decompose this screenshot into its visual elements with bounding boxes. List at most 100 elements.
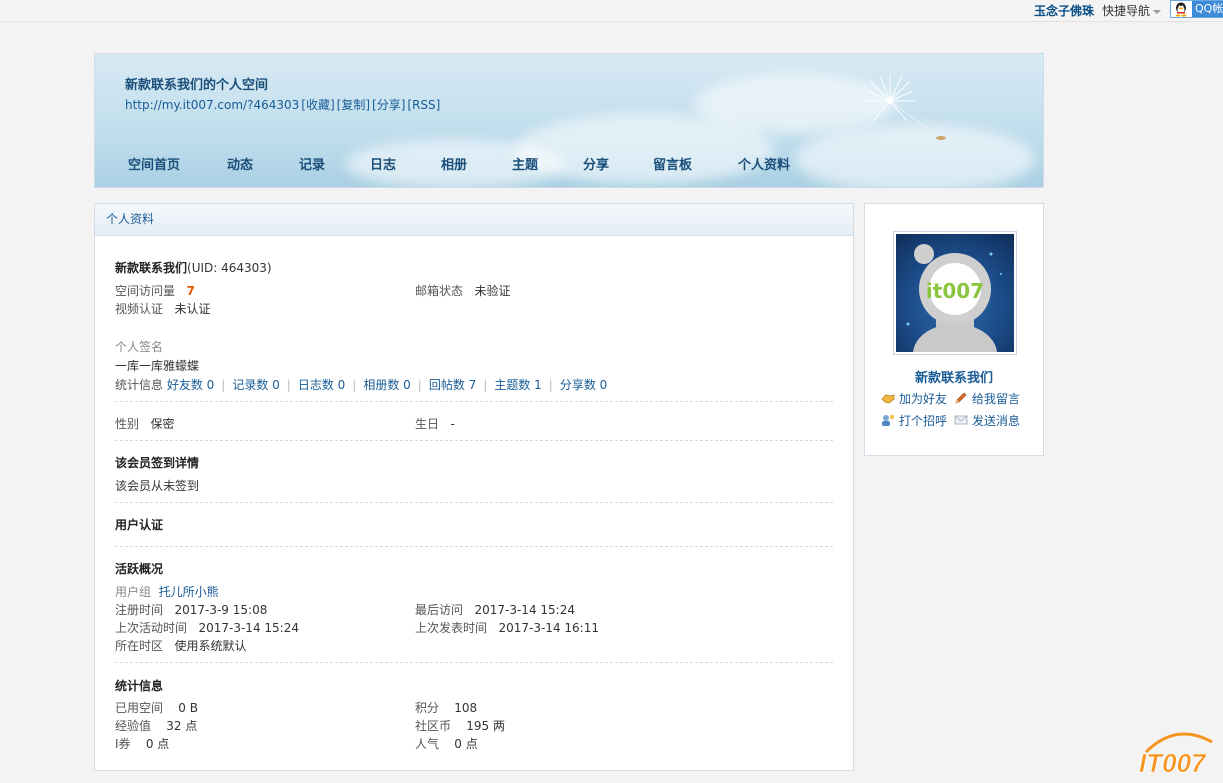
- email-label: 邮箱状态: [415, 284, 464, 298]
- favorite-link[interactable]: [收藏]: [301, 98, 334, 112]
- leave-message-button[interactable]: 给我留言: [954, 390, 1020, 407]
- last-post-label: 上次发表时间: [415, 621, 488, 635]
- coupon-value: 0 点: [145, 737, 170, 751]
- popularity-value: 0 点: [454, 737, 478, 751]
- space-value: 0 B: [178, 701, 198, 715]
- coupon-label: I券: [115, 737, 131, 751]
- email-row: 邮箱状态 未验证: [415, 282, 510, 299]
- points-row: 积分 108: [415, 699, 477, 716]
- group-row: 用户组 托儿所小熊: [115, 583, 219, 600]
- stats-row: 统计信息 好友数 0 | 记录数 0 | 日志数 0 | 相册数 0 | 回帖数 7 | 主题数 1…: [115, 378, 608, 392]
- space-url-link[interactable]: http://my.it007.com/?464303: [125, 98, 299, 112]
- stat-share-link[interactable]: 分享数 0: [560, 378, 607, 392]
- current-user-link[interactable]: 玉念子佛珠: [1034, 2, 1094, 19]
- birthday-row: 生日 -: [415, 415, 455, 432]
- reg-value: 2017-3-9 15:08: [174, 603, 268, 617]
- profile-name: 新款联系我们: [115, 261, 188, 275]
- visits-value: 7: [186, 284, 195, 298]
- nav-blog[interactable]: 日志: [370, 154, 441, 173]
- add-friend-button[interactable]: 加为好友: [881, 390, 947, 407]
- it007-logo: IT007: [1139, 732, 1213, 778]
- birthday-value: -: [450, 417, 455, 431]
- nav-home[interactable]: 空间首页: [128, 154, 227, 173]
- coin-row: 社区币 195 两: [415, 717, 505, 734]
- stat-album-link[interactable]: 相册数 0: [363, 378, 410, 392]
- popularity-row: 人气 0 点: [415, 735, 478, 752]
- last-post-row: 上次发表时间 2017-3-14 16:11: [415, 619, 599, 636]
- divider: [115, 440, 833, 441]
- stat-friends-link[interactable]: 好友数 0: [167, 378, 214, 392]
- signature-value: 一库一库雅蠓蝶: [115, 359, 200, 373]
- user-card: it007 新款联系我们 加为好友 给我留言 打个招呼 发送消息: [864, 203, 1044, 456]
- last-visit-value: 2017-3-14 15:24: [474, 603, 575, 617]
- nav-doing[interactable]: 记录: [299, 154, 370, 173]
- reg-row: 注册时间 2017-3-9 15:08: [115, 601, 267, 618]
- nav-profile[interactable]: 个人资料: [738, 154, 818, 173]
- nav-wall[interactable]: 留言板: [653, 154, 738, 173]
- exp-label: 经验值: [115, 719, 152, 733]
- space-title[interactable]: 新款联系我们的个人空间: [125, 74, 268, 93]
- points-value: 108: [454, 701, 478, 715]
- divider: [115, 502, 833, 503]
- checkin-value: 该会员从未签到: [115, 479, 200, 493]
- visits-row: 空间访问量 7: [115, 282, 195, 299]
- coupon-row: I券 0 点: [115, 735, 169, 752]
- qq-login-button[interactable]: QQ帐: [1170, 0, 1223, 18]
- quick-nav-menu[interactable]: 快捷导航: [1102, 2, 1162, 19]
- logo-text: IT007: [1139, 748, 1207, 778]
- rss-link[interactable]: [RSS]: [407, 98, 440, 112]
- timezone-label: 所在时区: [115, 639, 164, 653]
- greet-label: 打个招呼: [899, 414, 948, 428]
- stat-blog-link[interactable]: 日志数 0: [298, 378, 345, 392]
- visits-label: 空间访问量: [115, 284, 176, 298]
- send-message-button[interactable]: 发送消息: [954, 412, 1020, 429]
- greet-users-icon: [882, 414, 895, 426]
- chevron-down-icon: [1153, 9, 1162, 14]
- space-row: 已用空间 0 B: [115, 699, 198, 716]
- coin-value: 195 两: [466, 719, 506, 733]
- signature-label: 个人签名: [115, 340, 164, 354]
- nav-album[interactable]: 相册: [441, 154, 512, 173]
- quick-nav-label: 快捷导航: [1102, 4, 1151, 18]
- popularity-label: 人气: [415, 737, 440, 751]
- coin-label: 社区币: [415, 719, 452, 733]
- share-link[interactable]: [分享]: [372, 98, 405, 112]
- greet-button[interactable]: 打个招呼: [881, 412, 947, 429]
- avatar[interactable]: it007: [893, 231, 1017, 355]
- qq-login-label: QQ帐: [1192, 1, 1223, 17]
- checkin-heading: 该会员签到详情: [115, 456, 200, 470]
- stats-heading: 统计信息: [115, 679, 164, 693]
- divider: [115, 401, 833, 402]
- send-message-label: 发送消息: [972, 414, 1021, 428]
- video-row: 视频认证 未认证: [115, 300, 210, 317]
- profile-name-line: 新款联系我们(UID: 464303): [115, 259, 272, 276]
- add-friend-label: 加为好友: [899, 392, 948, 406]
- last-active-value: 2017-3-14 15:24: [198, 621, 299, 635]
- birthday-label: 生日: [415, 417, 440, 431]
- space-nav: 空间首页 动态 记录 日志 相册 主题 分享 留言板 个人资料: [128, 154, 818, 173]
- space-url-line: http://my.it007.com/?464303 [收藏] [复制] [分享][…: [125, 96, 442, 113]
- timezone-row: 所在时区 使用系统默认: [115, 637, 246, 654]
- group-label: 用户组: [115, 585, 152, 599]
- space-header-banner: 新款联系我们的个人空间 http://my.it007.com/?464303[…: [94, 53, 1044, 188]
- points-label: 积分: [415, 701, 440, 715]
- qq-penguin-icon: [1175, 2, 1187, 17]
- nav-share[interactable]: 分享: [583, 154, 653, 173]
- envelope-icon: [954, 415, 968, 425]
- email-value: 未验证: [474, 284, 511, 298]
- last-active-row: 上次活动时间 2017-3-14 15:24: [115, 619, 299, 636]
- gender-row: 性别 保密: [115, 415, 174, 432]
- stat-reply-link[interactable]: 回帖数 7: [429, 378, 476, 392]
- nav-thread[interactable]: 主题: [512, 154, 583, 173]
- exp-value: 32 点: [166, 719, 198, 733]
- stat-thread-link[interactable]: 主题数 1: [494, 378, 541, 392]
- user-card-name[interactable]: 新款联系我们: [865, 367, 1043, 386]
- copy-link[interactable]: [复制]: [337, 98, 370, 112]
- group-value-link[interactable]: 托儿所小熊: [159, 585, 219, 599]
- nav-feed[interactable]: 动态: [227, 154, 299, 173]
- video-value: 未认证: [174, 302, 211, 316]
- stat-doing-link[interactable]: 记录数 0: [232, 378, 279, 392]
- gender-label: 性别: [115, 417, 140, 431]
- last-visit-label: 最后访问: [415, 603, 464, 617]
- avatar-logo-text: it007: [926, 279, 984, 303]
